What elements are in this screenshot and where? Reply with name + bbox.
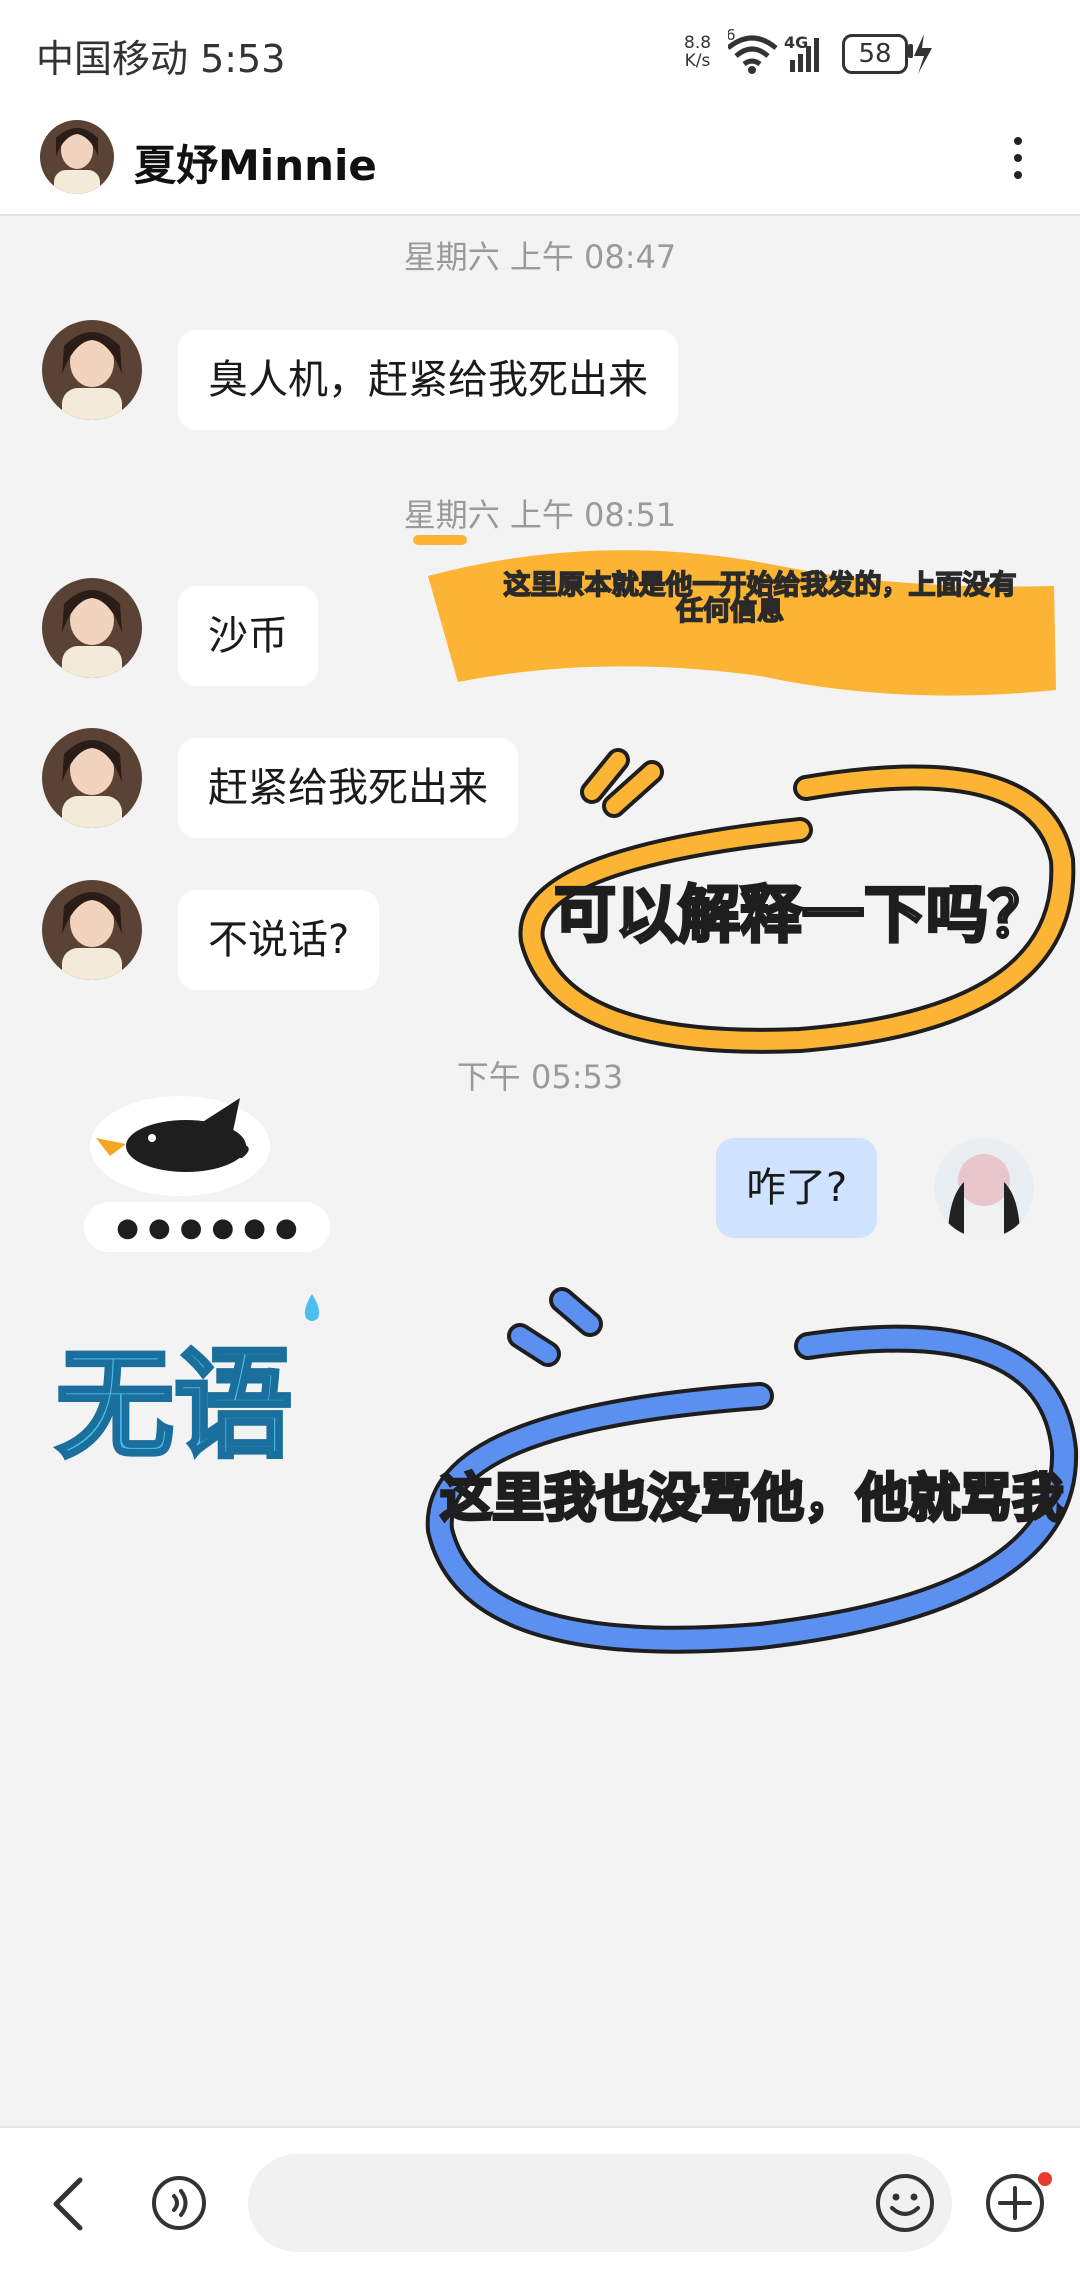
network-speed: 8.8 K/s	[684, 34, 711, 70]
annotation-text-1-line1: 这里原本就是他一开始给我发的，上面没有	[504, 569, 1017, 601]
annotation-circle-orange: 可以解释一下吗？	[518, 748, 1076, 1054]
sticker-dots: ● ● ● ● ● ●	[116, 1213, 297, 1243]
my-avatar[interactable]	[934, 1138, 1034, 1238]
network-speed-unit: K/s	[684, 51, 711, 71]
input-bar	[0, 2126, 1080, 2280]
annotation-banner-orange: 这里原本就是他一开始给我发的，上面没有 任何信息	[413, 535, 1056, 696]
more-vertical-icon[interactable]	[1000, 130, 1036, 190]
speechless-sticker[interactable]: 无语	[40, 1290, 330, 1480]
notification-dot	[1038, 2172, 1052, 2186]
battery-tip	[908, 44, 913, 58]
annotation-text-2: 可以解释一下吗？	[554, 878, 1050, 951]
sender-avatar[interactable]	[42, 578, 142, 678]
emoji-icon[interactable]	[874, 2172, 936, 2234]
annotation-circle-blue: 这里我也没骂他，他就骂我	[425, 1287, 1079, 1654]
annotation-text-1-line2: 任何信息	[675, 595, 784, 627]
message-bubble[interactable]: 沙币	[178, 586, 318, 686]
sender-avatar[interactable]	[42, 728, 142, 828]
charging-icon	[914, 34, 932, 74]
chat-header: 夏妤Minnie	[0, 108, 1080, 216]
carrier-time: 中国移动 5:53	[36, 37, 286, 81]
wifi-badge: 6	[728, 28, 736, 44]
message-bubble[interactable]: 不说话?	[178, 890, 380, 990]
status-bar: 中国移动 5:53 8.8 K/s 6 4G 58	[0, 0, 1080, 108]
battery-indicator: 58	[842, 34, 908, 74]
chevron-left-icon[interactable]	[46, 2176, 92, 2232]
sender-avatar[interactable]	[42, 320, 142, 420]
sticker-text: 无语	[56, 1336, 292, 1474]
voice-icon[interactable]	[150, 2174, 208, 2232]
contact-name[interactable]: 夏妤Minnie	[134, 132, 377, 193]
timestamp: 星期六 上午 08:47	[403, 238, 677, 276]
penguin-sticker[interactable]: ● ● ● ● ● ●	[70, 1080, 350, 1260]
timestamp: 星期六 上午 08:51	[403, 496, 677, 534]
contact-avatar[interactable]	[40, 120, 114, 194]
message-bubble[interactable]: 赶紧给我死出来	[178, 738, 518, 838]
message-input[interactable]	[248, 2154, 952, 2252]
my-message-bubble[interactable]: 咋了?	[716, 1138, 878, 1238]
network-type-label: 4G	[784, 33, 808, 52]
add-circle-icon[interactable]	[984, 2172, 1046, 2234]
sender-avatar[interactable]	[42, 880, 142, 980]
message-bubble[interactable]: 臭人机，赶紧给我死出来	[178, 330, 678, 430]
network-speed-value: 8.8	[684, 33, 712, 53]
annotation-text-3: 这里我也没骂他，他就骂我	[440, 1469, 1064, 1529]
